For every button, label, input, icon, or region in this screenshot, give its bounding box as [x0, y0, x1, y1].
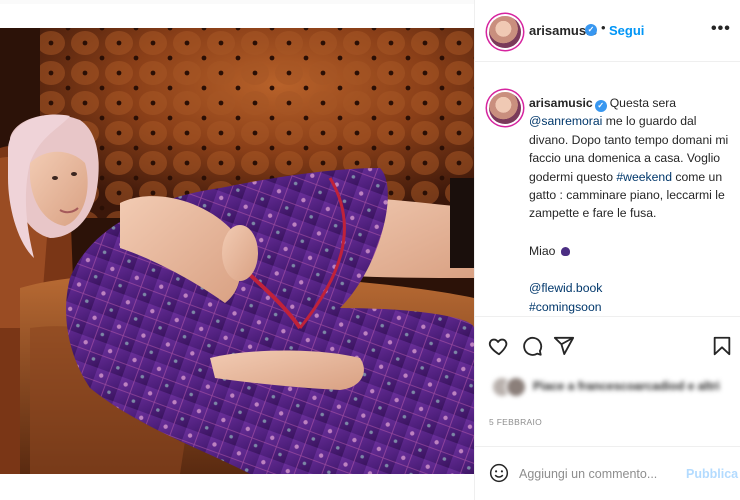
instagram-post-view: arisamusic ✓ • Segui ••• arisamusic ✓ Ques…: [0, 0, 740, 500]
publish-button[interactable]: Pubblica: [686, 467, 738, 481]
share-icon[interactable]: [553, 335, 575, 357]
emoji-icon[interactable]: [489, 463, 509, 483]
caption-username[interactable]: arisamusic: [529, 96, 593, 110]
likes-row[interactable]: Piace a francescoarcadiod e altri: [487, 374, 737, 400]
meow-text: Miao: [529, 243, 556, 258]
caption-area: arisamusic ✓ Questa sera @sanremorai me lo…: [475, 62, 740, 314]
post-date[interactable]: 5 FEBBRAIO: [489, 417, 542, 427]
dot-separator: •: [601, 20, 606, 35]
cat-emoji-icon: [560, 246, 570, 256]
avatar[interactable]: [489, 16, 521, 48]
hashtag-link[interactable]: #weekend: [616, 170, 672, 184]
post-side-panel: arisamusic ✓ • Segui ••• arisamusic ✓ Ques…: [474, 0, 740, 500]
follow-button[interactable]: Segui: [609, 23, 644, 38]
verified-badge-icon: ✓: [585, 24, 597, 36]
mention-link[interactable]: @flewid.book: [529, 281, 602, 295]
liker-avatars: [491, 376, 527, 398]
caption-avatar[interactable]: [489, 92, 521, 124]
caption-text: arisamusic ✓ Questa sera @sanremorai me lo…: [529, 94, 734, 314]
bookmark-icon[interactable]: [711, 335, 733, 357]
comment-icon[interactable]: [521, 335, 543, 357]
post-actions: [475, 316, 740, 374]
post-header: arisamusic ✓ • Segui •••: [475, 0, 740, 62]
comment-box: Pubblica: [475, 446, 740, 500]
hashtag-link[interactable]: #comingsoon: [529, 300, 602, 314]
caption-text-part: Questa sera: [609, 96, 677, 110]
more-options-icon[interactable]: •••: [711, 20, 731, 38]
mention-link[interactable]: @sanremorai: [529, 114, 602, 128]
likes-text[interactable]: Piace a francescoarcadiod e altri: [533, 379, 720, 393]
post-photo[interactable]: [0, 28, 474, 474]
verified-badge-icon: ✓: [594, 100, 607, 112]
heart-icon[interactable]: [488, 335, 510, 357]
photo-image: [0, 28, 474, 474]
comment-input[interactable]: [519, 465, 669, 483]
